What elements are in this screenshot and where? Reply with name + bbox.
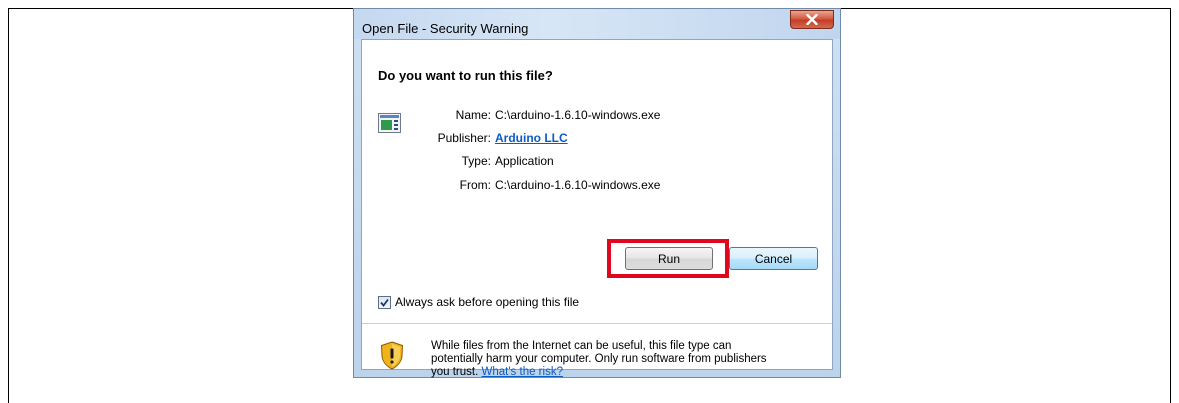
type-value: Application	[495, 154, 554, 168]
from-value: C:\arduino-1.6.10-windows.exe	[495, 178, 661, 192]
cancel-button[interactable]: Cancel	[729, 247, 818, 270]
close-icon	[806, 14, 818, 25]
always-ask-label: Always ask before opening this file	[395, 295, 580, 309]
publisher-label: Publisher:	[437, 131, 491, 145]
warning-message: While files from the Internet can be use…	[431, 340, 821, 379]
dialog-content: Do you want to run this file? Name: C:\a…	[361, 39, 833, 378]
security-shield-icon	[380, 341, 404, 370]
name-value: C:\arduino-1.6.10-windows.exe	[495, 108, 661, 122]
type-label: Type:	[461, 154, 491, 168]
name-row: Name: C:\arduino-1.6.10-windows.exe	[362, 108, 822, 126]
type-row: Type: Application	[362, 154, 822, 172]
from-label: From:	[459, 178, 491, 192]
warning-area: While files from the Internet can be use…	[362, 324, 832, 378]
checkmark-icon	[380, 298, 389, 307]
always-ask-checkbox-row[interactable]: Always ask before opening this file	[378, 294, 579, 310]
name-label: Name:	[455, 108, 491, 122]
dialog-titlebar[interactable]: Open File - Security Warning	[354, 9, 840, 39]
run-button[interactable]: Run	[625, 247, 713, 270]
security-warning-dialog: Open File - Security Warning Do you want…	[353, 8, 841, 378]
warning-line-1: While files from the Internet can be use…	[431, 340, 732, 352]
whats-the-risk-link[interactable]: What's the risk?	[482, 366, 563, 378]
publisher-row: Publisher: Arduino LLC	[362, 131, 822, 149]
close-button[interactable]	[790, 10, 834, 29]
always-ask-checkbox[interactable]	[378, 295, 391, 309]
from-row: From: C:\arduino-1.6.10-windows.exe	[362, 178, 822, 196]
warning-line-3: you trust.	[431, 366, 479, 378]
run-question: Do you want to run this file?	[378, 68, 553, 83]
publisher-link[interactable]: Arduino LLC	[495, 131, 568, 145]
warning-line-2: potentially harm your computer. Only run…	[431, 353, 767, 365]
dialog-title: Open File - Security Warning	[362, 21, 529, 36]
